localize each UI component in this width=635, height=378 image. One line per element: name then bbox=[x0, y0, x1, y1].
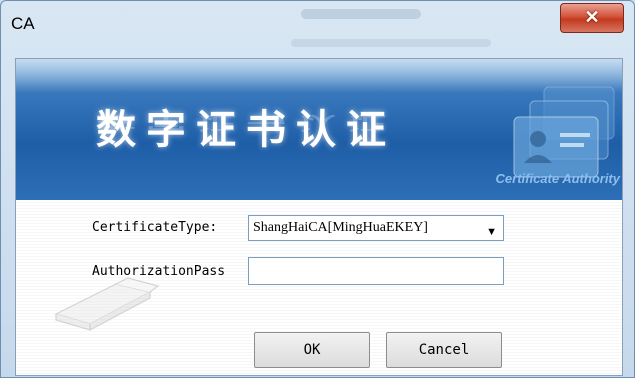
chevron-down-icon[interactable]: ▼ bbox=[486, 220, 497, 244]
banner-subtitle: Certificate Authority bbox=[495, 171, 620, 186]
ok-button[interactable]: OK bbox=[254, 332, 370, 368]
banner: 数字证书认证 数字证书认证 Certificate Authority bbox=[16, 59, 622, 200]
ca-dialog-window: CA ✕ 数字证书认证 数字证书认证 Certificate Authority bbox=[0, 0, 635, 378]
background-window-blur bbox=[291, 39, 491, 47]
certificate-type-dropdown[interactable]: ShangHaiCA[MingHuaEKEY] ▼ bbox=[248, 215, 504, 241]
cancel-button[interactable]: Cancel bbox=[386, 332, 502, 368]
certificate-type-value: ShangHaiCA[MingHuaEKEY] bbox=[253, 220, 428, 235]
window-title: CA bbox=[11, 14, 35, 33]
authorization-pass-label: AuthorizationPass bbox=[92, 264, 226, 279]
background-window-blur bbox=[301, 9, 421, 19]
certificate-cards-icon bbox=[513, 86, 615, 178]
authorization-pass-field[interactable] bbox=[248, 257, 504, 285]
close-icon: ✕ bbox=[584, 7, 600, 27]
dialog-client-area: 数字证书认证 数字证书认证 Certificate Authority Cert… bbox=[15, 58, 623, 376]
close-button[interactable]: ✕ bbox=[560, 3, 624, 33]
title-bar[interactable]: CA ✕ bbox=[1, 1, 634, 57]
banner-title: 数字证书认证 bbox=[96, 107, 396, 153]
certificate-type-label: CertificateType: bbox=[92, 220, 218, 235]
